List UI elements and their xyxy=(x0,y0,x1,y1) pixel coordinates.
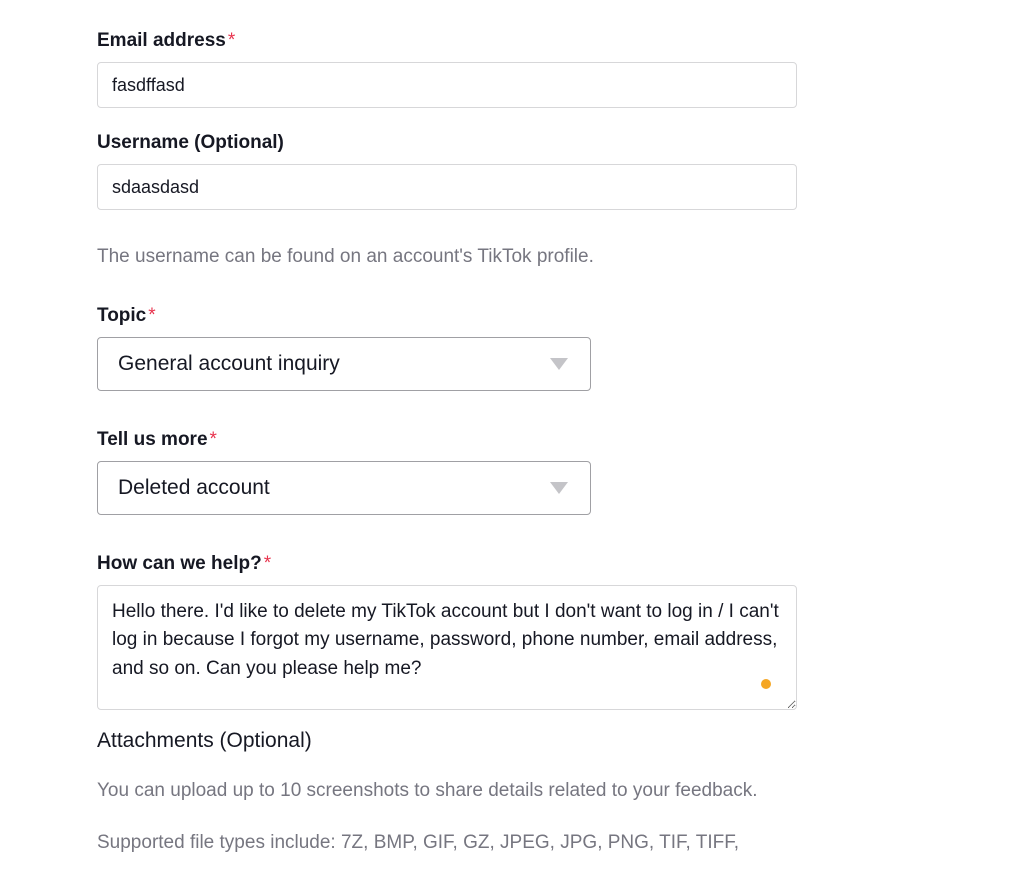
email-input[interactable] xyxy=(97,62,797,108)
tellmore-select-value: Deleted account xyxy=(118,476,550,500)
help-textarea[interactable]: Hello there. I'd like to delete my TikTo… xyxy=(97,585,797,710)
required-asterisk: * xyxy=(210,429,217,450)
topic-select-value: General account inquiry xyxy=(118,352,550,376)
email-label: Email address* xyxy=(97,30,797,52)
topic-label-text: Topic xyxy=(97,305,146,326)
status-indicator-icon xyxy=(761,679,771,689)
chevron-down-icon xyxy=(550,482,568,494)
username-field-group: Username (Optional) xyxy=(97,132,797,210)
help-label-text: How can we help? xyxy=(97,553,262,574)
attachments-title: Attachments (Optional) xyxy=(97,729,797,753)
chevron-down-icon xyxy=(550,358,568,370)
username-label: Username (Optional) xyxy=(97,132,797,154)
topic-select[interactable]: General account inquiry xyxy=(97,337,591,391)
email-field-group: Email address* xyxy=(97,30,797,108)
tellmore-label: Tell us more* xyxy=(97,429,797,451)
required-asterisk: * xyxy=(228,30,235,51)
username-label-text: Username (Optional) xyxy=(97,132,284,153)
help-textarea-wrapper: Hello there. I'd like to delete my TikTo… xyxy=(97,585,797,715)
attachments-info-1: You can upload up to 10 screenshots to s… xyxy=(97,777,797,806)
support-form: Email address* Username (Optional) The u… xyxy=(97,30,797,858)
help-field-group: How can we help?* Hello there. I'd like … xyxy=(97,553,797,715)
username-input[interactable] xyxy=(97,164,797,210)
topic-label: Topic* xyxy=(97,305,797,327)
email-label-text: Email address xyxy=(97,30,226,51)
help-label: How can we help?* xyxy=(97,553,797,575)
required-asterisk: * xyxy=(264,553,271,574)
tellmore-field-group: Tell us more* Deleted account xyxy=(97,429,797,515)
tellmore-label-text: Tell us more xyxy=(97,429,208,450)
tellmore-select[interactable]: Deleted account xyxy=(97,461,591,515)
required-asterisk: * xyxy=(148,305,155,326)
username-helper-text: The username can be found on an account'… xyxy=(97,244,797,271)
topic-field-group: Topic* General account inquiry xyxy=(97,305,797,391)
attachments-info-2: Supported file types include: 7Z, BMP, G… xyxy=(97,829,797,858)
